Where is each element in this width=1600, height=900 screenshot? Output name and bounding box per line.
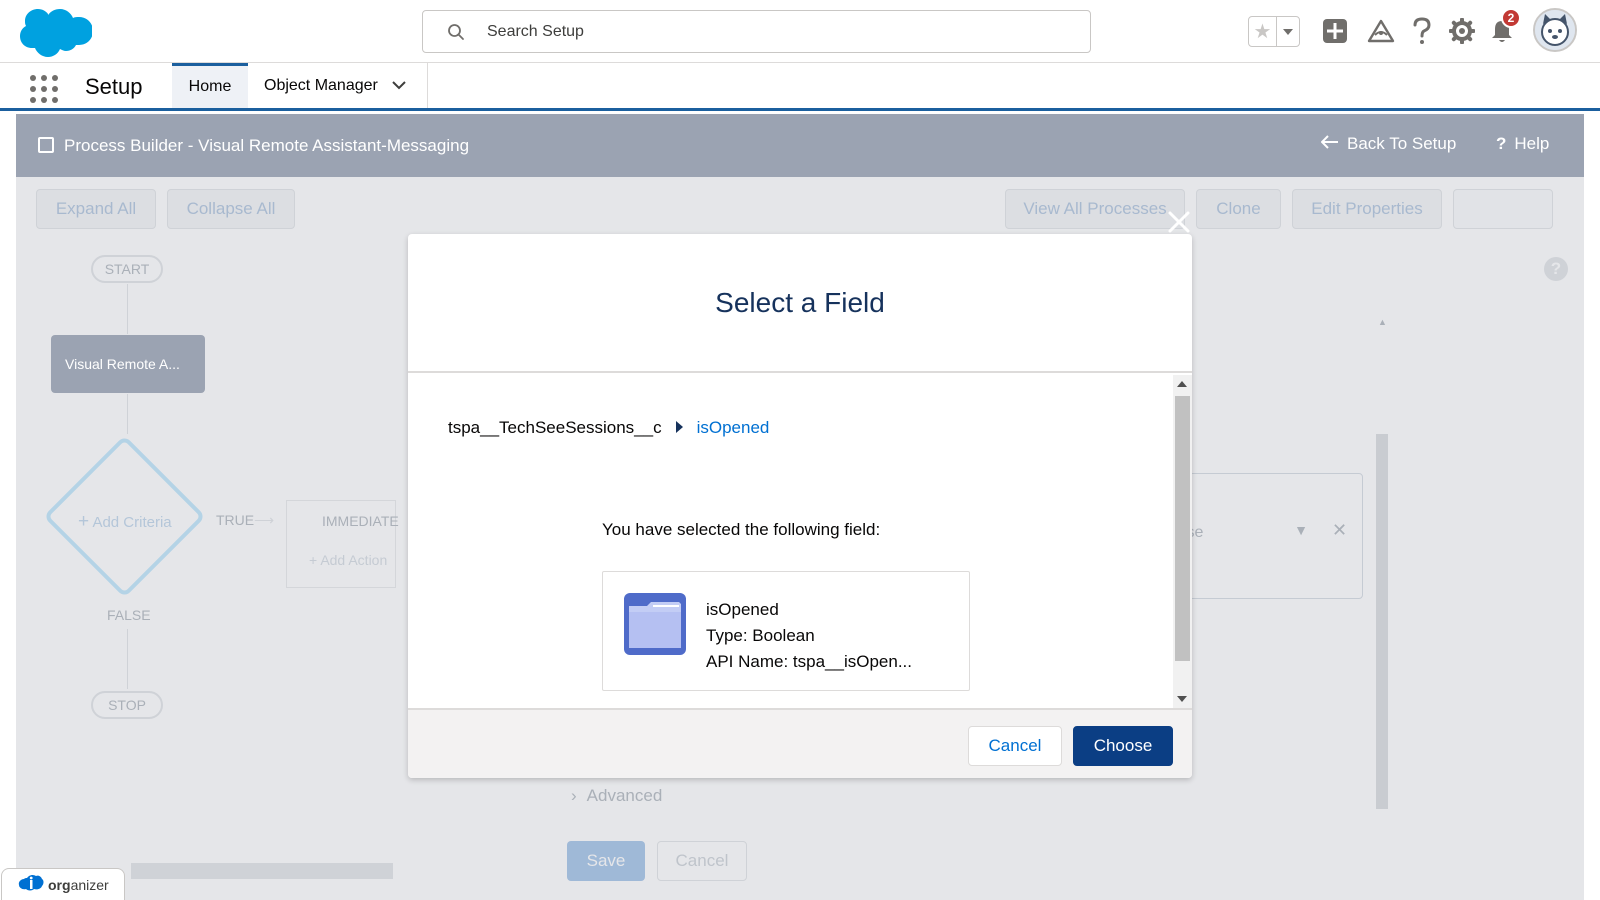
close-icon[interactable]: ✕ bbox=[1332, 520, 1347, 541]
scroll-down-icon[interactable] bbox=[1177, 696, 1187, 702]
add-criteria-text: Add Criteria bbox=[92, 514, 172, 531]
folder-icon bbox=[623, 592, 687, 656]
bell-icon[interactable]: 2 bbox=[1485, 8, 1521, 48]
expand-all-button[interactable]: Expand All bbox=[36, 189, 156, 229]
process-builder-header: Process Builder - Visual Remote Assistan… bbox=[16, 114, 1584, 177]
plus-icon: + bbox=[309, 552, 318, 568]
tab-home-label: Home bbox=[188, 78, 232, 95]
breadcrumb-field[interactable]: isOpened bbox=[697, 418, 770, 438]
close-icon[interactable] bbox=[1165, 208, 1193, 236]
question-icon[interactable] bbox=[1405, 14, 1439, 48]
modal-scrollbar[interactable] bbox=[1173, 375, 1192, 708]
back-to-setup-link[interactable]: Back To Setup bbox=[1320, 134, 1457, 154]
stop-pill: STOP bbox=[91, 691, 163, 719]
collapse-all-button[interactable]: Collapse All bbox=[167, 189, 295, 229]
add-criteria-label[interactable]: + Add Criteria bbox=[78, 511, 172, 533]
help-link[interactable]: ? Help bbox=[1496, 134, 1549, 154]
gear-icon[interactable] bbox=[1445, 14, 1479, 48]
activate-button[interactable] bbox=[1453, 189, 1553, 229]
choose-button[interactable]: Choose bbox=[1073, 726, 1173, 766]
search-icon bbox=[447, 23, 465, 41]
true-label: TRUE bbox=[216, 512, 255, 528]
context-bar: Setup Home Object Manager bbox=[0, 63, 1600, 111]
false-label: FALSE bbox=[107, 607, 151, 623]
organizer-logo-icon bbox=[18, 873, 44, 896]
field-details: isOpened Type: Boolean API Name: tspa__i… bbox=[706, 597, 912, 675]
search-input[interactable] bbox=[487, 19, 1067, 45]
app-name: Setup bbox=[85, 74, 143, 99]
chevron-down-icon[interactable] bbox=[392, 77, 406, 95]
save-button[interactable]: Save bbox=[567, 841, 645, 881]
chevron-down-icon[interactable] bbox=[1277, 17, 1299, 46]
condition-value-box: e * alse ▼ ✕ bbox=[1173, 473, 1363, 599]
edit-properties-button[interactable]: Edit Properties bbox=[1292, 189, 1442, 229]
immediate-actions-box: IMMEDIATE + Add Action bbox=[286, 500, 399, 588]
help-label: Help bbox=[1514, 134, 1550, 153]
arrow-left-icon bbox=[1320, 134, 1339, 154]
chevron-up-icon[interactable]: ▲ bbox=[1378, 317, 1387, 327]
question-icon: ? bbox=[1496, 134, 1507, 153]
search-setup-field[interactable] bbox=[422, 10, 1091, 53]
select-field-modal: Select a Field tspa__TechSeeSessions__c … bbox=[408, 234, 1192, 778]
app-launcher-icon[interactable] bbox=[28, 73, 58, 103]
immediate-label: IMMEDIATE bbox=[322, 513, 399, 529]
process-object-node[interactable]: Visual Remote A... bbox=[51, 335, 205, 393]
advanced-label: Advanced bbox=[586, 786, 663, 805]
tab-object-manager[interactable]: Object Manager bbox=[248, 63, 428, 108]
plus-icon[interactable] bbox=[1318, 14, 1352, 48]
tab-object-manager-label: Object Manager bbox=[264, 76, 378, 94]
panel-scrollbar-thumb[interactable] bbox=[1376, 434, 1388, 809]
chevron-right-icon: › bbox=[571, 786, 577, 805]
tab-home[interactable]: Home bbox=[172, 63, 248, 108]
organizer-label: organizer bbox=[48, 877, 109, 893]
canvas-help-icon[interactable]: ? bbox=[1544, 257, 1568, 281]
process-icon bbox=[38, 137, 54, 153]
arrow-right-icon: ⟶ bbox=[254, 512, 275, 528]
global-header: ★ 2 bbox=[0, 0, 1600, 63]
chevron-down-icon: ▼ bbox=[1294, 522, 1308, 538]
user-avatar[interactable] bbox=[1533, 8, 1577, 52]
modal-body: tspa__TechSeeSessions__c isOpened You ha… bbox=[408, 375, 1192, 708]
advanced-section[interactable]: › Advanced bbox=[571, 786, 662, 806]
field-api-name: API Name: tspa__isOpen... bbox=[706, 652, 912, 671]
value-select[interactable]: alse ▼ bbox=[1174, 516, 1312, 550]
organizer-label-suffix: anizer bbox=[70, 876, 109, 893]
modal-title: Select a Field bbox=[408, 234, 1192, 373]
process-title: Process Builder - Visual Remote Assistan… bbox=[64, 136, 470, 155]
add-action-text: Add Action bbox=[320, 552, 388, 568]
modal-scrollbar-thumb[interactable] bbox=[1175, 396, 1190, 661]
clone-button[interactable]: Clone bbox=[1196, 189, 1281, 229]
connector-line bbox=[127, 284, 128, 334]
field-type: Type: Boolean bbox=[706, 626, 815, 645]
favorites-group: ★ bbox=[1248, 16, 1300, 47]
connector-line bbox=[127, 394, 128, 434]
caret-right-icon bbox=[675, 418, 683, 438]
cancel-button[interactable]: Cancel bbox=[657, 841, 747, 881]
modal-footer: Cancel Choose bbox=[408, 708, 1192, 778]
back-to-setup-label: Back To Setup bbox=[1347, 134, 1457, 153]
salesforce-logo[interactable] bbox=[18, 6, 93, 58]
notification-count-badge: 2 bbox=[1501, 8, 1521, 28]
star-icon[interactable]: ★ bbox=[1249, 17, 1277, 46]
field-name: isOpened bbox=[706, 600, 779, 619]
selected-field-label: You have selected the following field: bbox=[602, 520, 881, 539]
organizer-label-prefix: org bbox=[48, 876, 71, 893]
connector-line bbox=[127, 629, 128, 689]
plus-icon: + bbox=[78, 511, 90, 532]
view-all-processes-button[interactable]: View All Processes bbox=[1005, 189, 1185, 229]
add-action-link[interactable]: + Add Action bbox=[309, 552, 387, 568]
field-breadcrumb: tspa__TechSeeSessions__c isOpened bbox=[448, 418, 769, 438]
canvas-horizontal-scrollbar[interactable] bbox=[131, 863, 393, 879]
modal-cancel-button[interactable]: Cancel bbox=[968, 726, 1062, 766]
organizer-extension-tab[interactable]: organizer bbox=[1, 868, 125, 900]
scroll-up-icon[interactable] bbox=[1177, 381, 1187, 387]
trailhead-icon[interactable] bbox=[1364, 14, 1398, 48]
breadcrumb-object[interactable]: tspa__TechSeeSessions__c bbox=[448, 418, 662, 438]
selected-field-card: isOpened Type: Boolean API Name: tspa__i… bbox=[602, 571, 970, 691]
start-pill: START bbox=[91, 255, 163, 283]
